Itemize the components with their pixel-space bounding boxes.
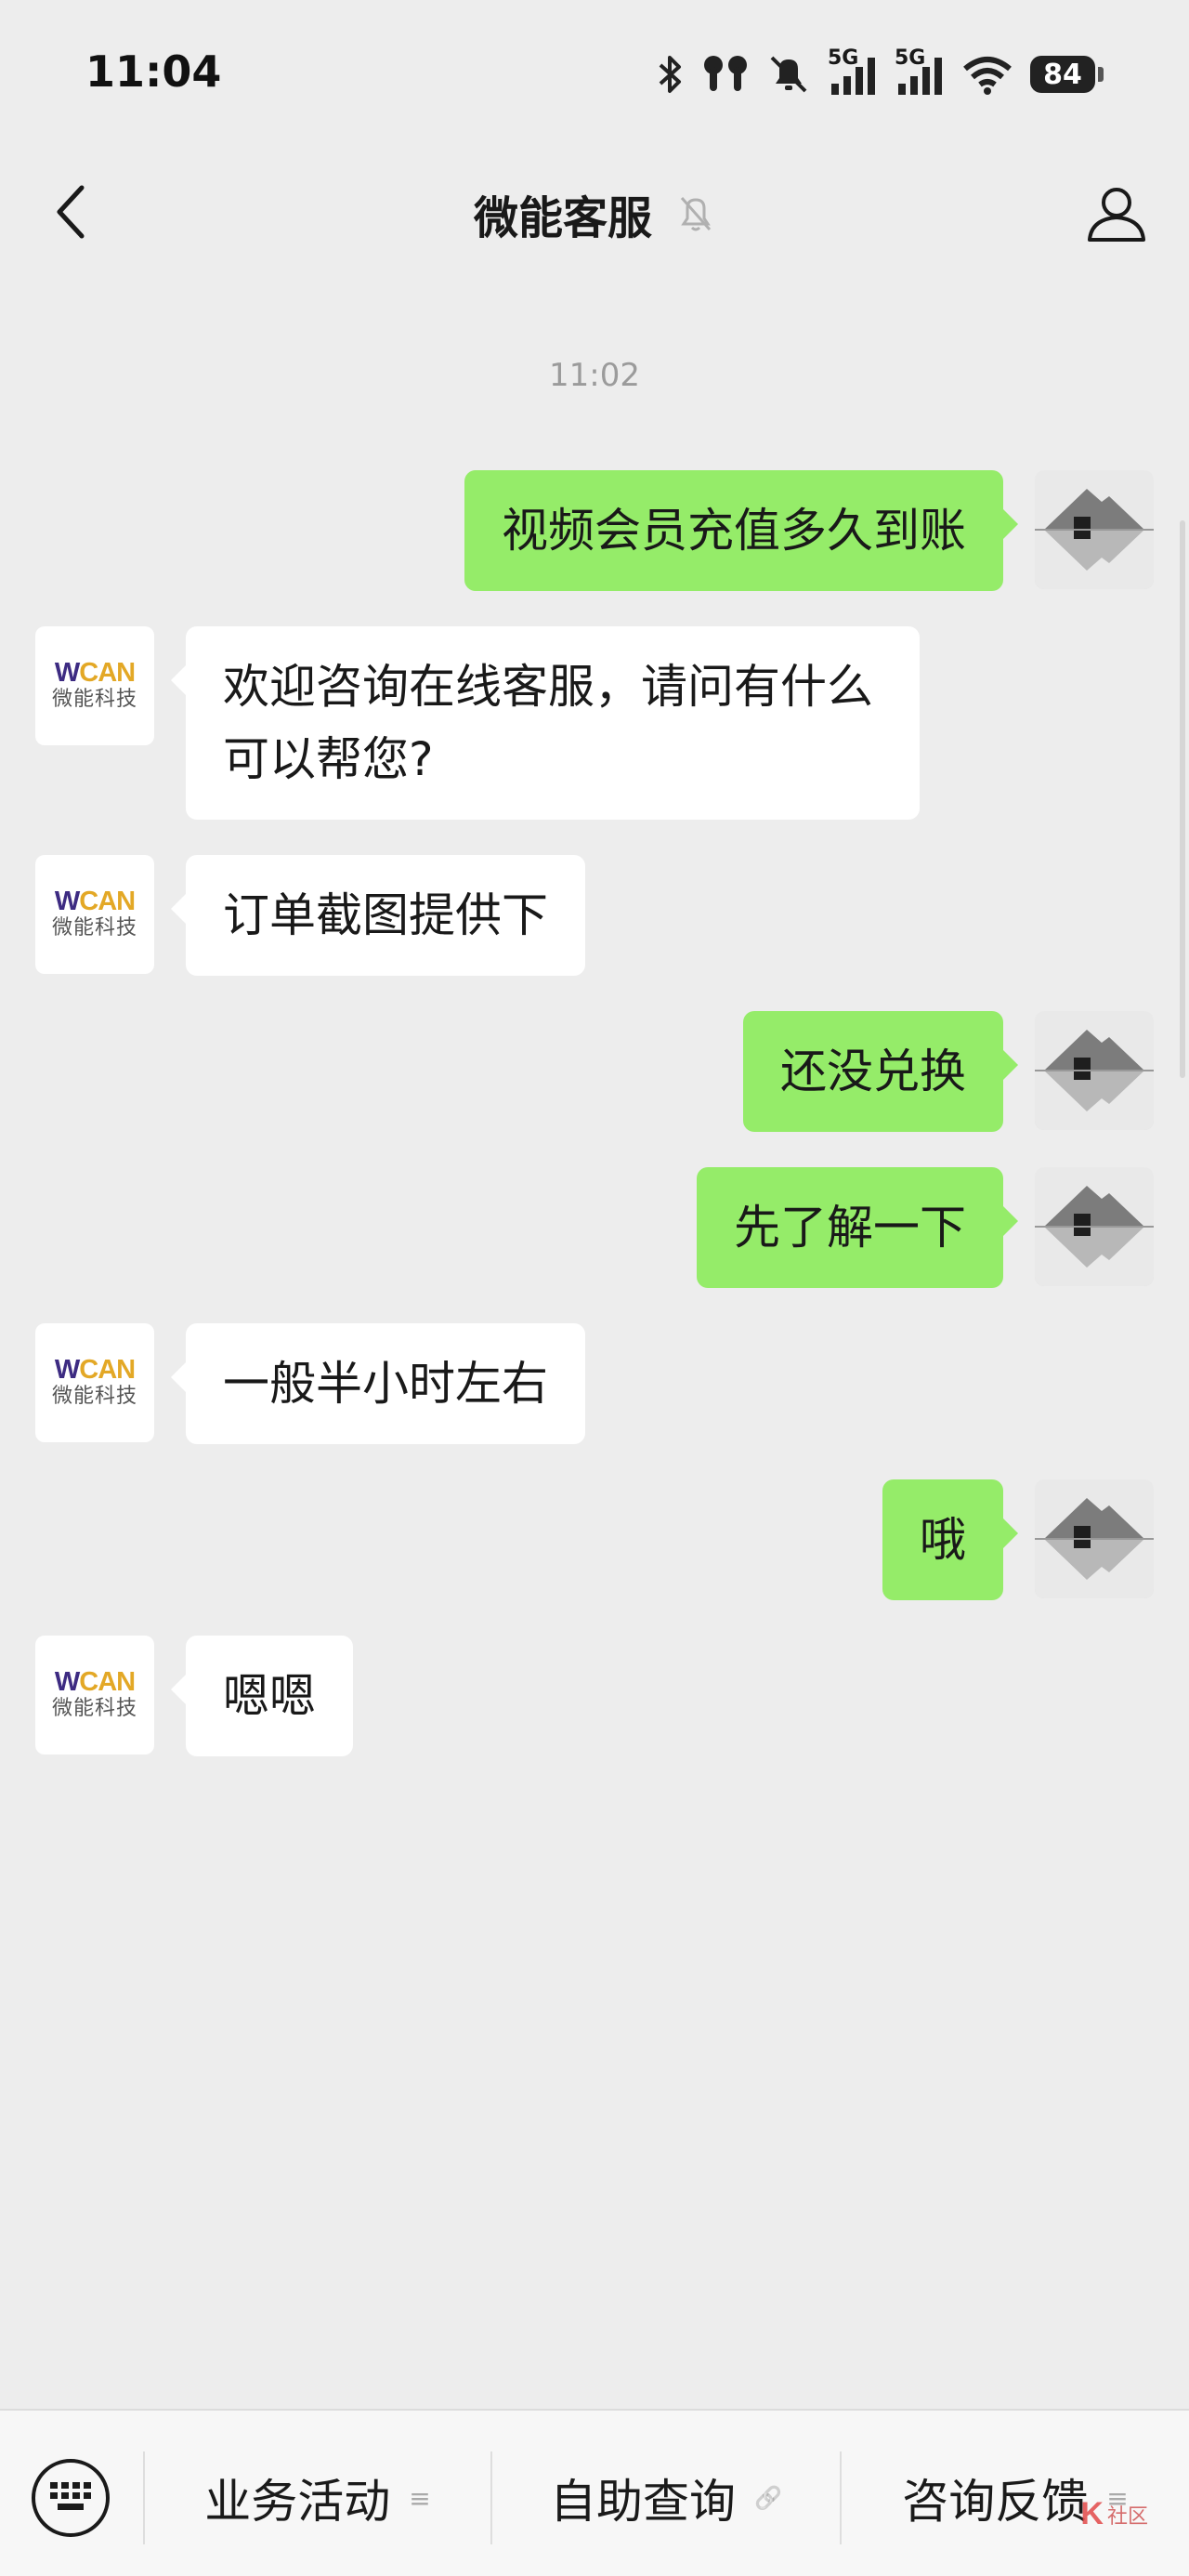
- user-avatar[interactable]: [1035, 1167, 1154, 1286]
- received-message-bubble[interactable]: 一般半小时左右: [171, 1323, 585, 1444]
- sent-message-bubble[interactable]: 视频会员充值多久到账: [464, 470, 1018, 591]
- status-time: 11:04: [85, 46, 222, 97]
- profile-button[interactable]: [1079, 178, 1154, 253]
- agent-avatar[interactable]: WCAN 微能科技: [35, 1636, 154, 1755]
- wcan-logo: WCAN: [54, 887, 136, 916]
- landscape-avatar-image: [1035, 1167, 1154, 1286]
- nav-bar: 微能客服: [0, 149, 1189, 279]
- agent-avatar[interactable]: WCAN 微能科技: [35, 855, 154, 974]
- received-message-bubble[interactable]: 订单截图提供下: [171, 855, 585, 976]
- wcan-logo: WCAN: [54, 1667, 136, 1697]
- logo-w: W: [54, 658, 80, 688]
- logo-w: W: [54, 1355, 80, 1385]
- menu-item-self-service-query[interactable]: 自助查询 🔗: [492, 2451, 840, 2544]
- battery-tip: [1098, 67, 1104, 82]
- menu-item-label: 咨询反馈: [902, 2475, 1089, 2529]
- logo-can: CAN: [79, 1355, 136, 1385]
- keyboard-toggle-button[interactable]: [32, 2459, 110, 2537]
- user-avatar[interactable]: [1035, 470, 1154, 589]
- menu-item-label: 自助查询: [550, 2475, 737, 2529]
- logo-w: W: [54, 887, 80, 916]
- wcan-logo: WCAN: [54, 658, 136, 688]
- bottom-menu-bar: 业务活动 ≡ 自助查询 🔗 咨询反馈 ≡ K 社区: [0, 2409, 1189, 2576]
- network-type-label: 5G: [828, 46, 859, 70]
- mute-icon: [676, 192, 715, 235]
- logo-can: CAN: [79, 658, 136, 688]
- watermark-k: K: [1080, 2496, 1104, 2531]
- chat-area[interactable]: 11:02 视频会员充值多久到账 WCAN 微能科技 欢迎咨询在线客服，请问有什…: [0, 279, 1189, 2407]
- bluetooth-icon: [657, 54, 685, 95]
- network-type-label: 5G: [895, 46, 926, 70]
- logo-can: CAN: [79, 1667, 136, 1697]
- page-title: 微能客服: [473, 192, 652, 244]
- link-icon: 🔗: [754, 2485, 782, 2511]
- user-avatar[interactable]: [1035, 1011, 1154, 1130]
- received-message-bubble[interactable]: 嗯嗯: [171, 1636, 353, 1756]
- battery-level: 84: [1030, 56, 1095, 93]
- watermark-text: 社区: [1106, 2504, 1148, 2529]
- logo-can: CAN: [79, 887, 136, 916]
- nav-title-wrap: 微能客服: [0, 149, 1189, 279]
- user-avatar[interactable]: [1035, 1479, 1154, 1598]
- mute-bell-icon: [766, 54, 811, 95]
- sent-message-bubble[interactable]: 哦: [882, 1479, 1018, 1600]
- agent-avatar[interactable]: WCAN 微能科技: [35, 626, 154, 745]
- signal-5g-icon: 5G: [828, 46, 878, 95]
- sent-message-bubble[interactable]: 还没兑换: [743, 1011, 1018, 1132]
- signal-5g-icon: 5G: [895, 46, 945, 95]
- earbuds-icon: [701, 54, 750, 95]
- battery-icon: 84: [1030, 56, 1104, 93]
- logo-company-name: 微能科技: [51, 916, 137, 940]
- status-icons: 5G 5G 84: [657, 46, 1104, 102]
- wifi-icon: [961, 54, 1013, 95]
- received-message-bubble[interactable]: 欢迎咨询在线客服，请问有什么可以帮您?: [171, 626, 920, 820]
- scroll-indicator[interactable]: [1180, 520, 1185, 1078]
- status-bar: 11:04 5G 5G 84: [0, 0, 1189, 149]
- menu-item-business-activities[interactable]: 业务活动 ≡: [145, 2451, 490, 2544]
- message-timestamp: 11:02: [549, 357, 640, 394]
- sent-message-bubble[interactable]: 先了解一下: [697, 1167, 1018, 1288]
- agent-avatar[interactable]: WCAN 微能科技: [35, 1323, 154, 1442]
- watermark-logo: K 社区: [1080, 2496, 1148, 2532]
- landscape-avatar-image: [1035, 1479, 1154, 1598]
- wcan-logo: WCAN: [54, 1355, 136, 1385]
- logo-w: W: [54, 1667, 80, 1697]
- profile-icon: [1086, 184, 1147, 247]
- landscape-avatar-image: [1035, 470, 1154, 589]
- logo-company-name: 微能科技: [51, 1385, 137, 1408]
- keyboard-icon: [48, 2480, 93, 2516]
- logo-company-name: 微能科技: [51, 688, 137, 711]
- menu-item-label: 业务活动: [204, 2475, 391, 2529]
- submenu-icon: ≡: [409, 2482, 431, 2514]
- logo-company-name: 微能科技: [51, 1697, 137, 1720]
- landscape-avatar-image: [1035, 1011, 1154, 1130]
